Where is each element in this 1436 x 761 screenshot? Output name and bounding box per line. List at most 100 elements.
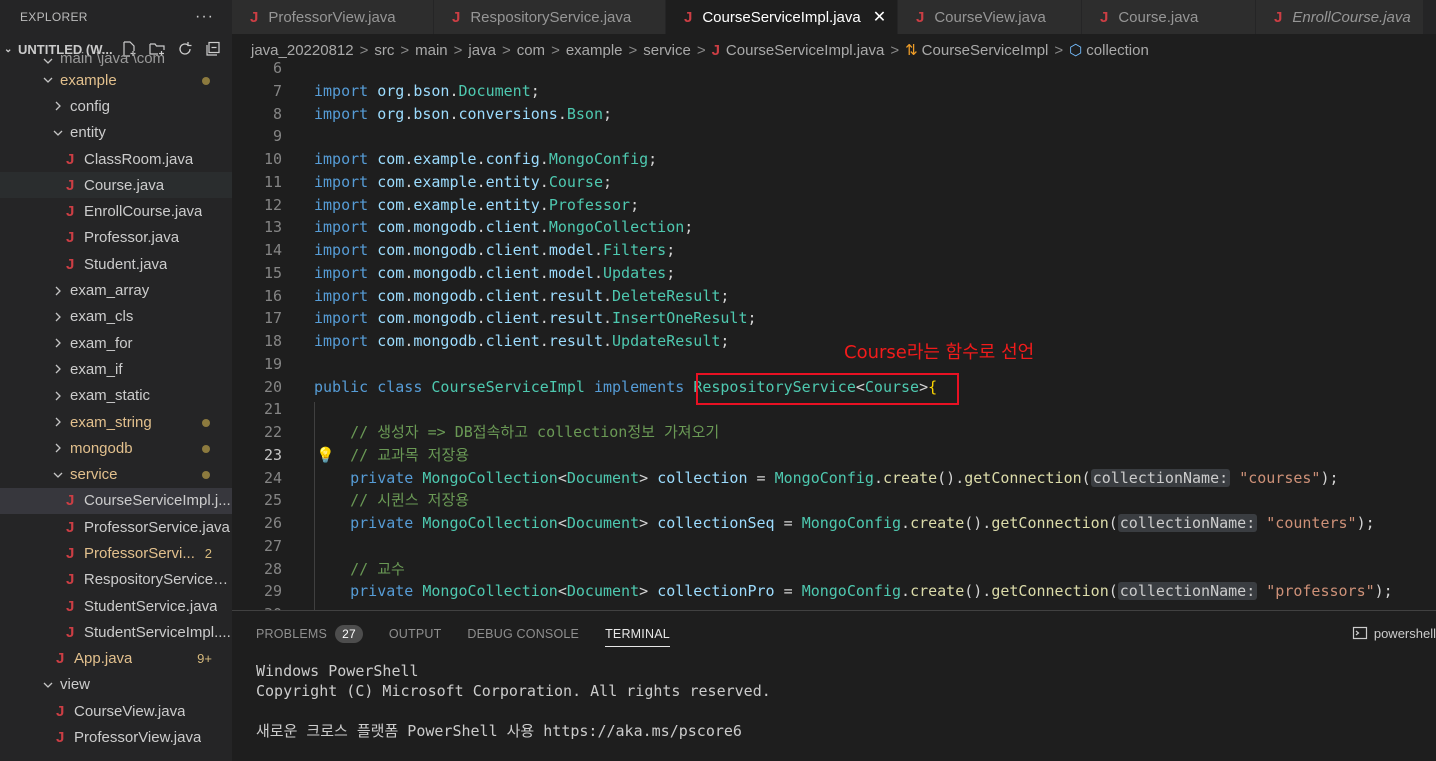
terminal-selector[interactable]: powershell bbox=[1352, 625, 1436, 641]
folder-item[interactable]: exam_if bbox=[0, 356, 232, 382]
chevron-down-icon[interactable] bbox=[50, 469, 66, 481]
panel-tab[interactable]: DEBUG CONSOLE bbox=[467, 611, 579, 657]
breadcrumb-segment[interactable]: java bbox=[468, 42, 496, 59]
file-item[interactable]: J Professor.java bbox=[0, 225, 232, 251]
file-item[interactable]: J CourseView.java bbox=[0, 698, 232, 724]
editor-tab[interactable]: J RespositoryService.java bbox=[434, 0, 666, 34]
file-item[interactable]: J ProfessorView.java bbox=[0, 724, 232, 750]
editor-tab[interactable]: J CourseServiceImpl.java ✕ bbox=[666, 0, 898, 34]
file-item[interactable]: J CourseServiceImpl.j... bbox=[0, 487, 232, 515]
java-file-icon: J bbox=[56, 650, 65, 668]
chevron-down-icon[interactable] bbox=[40, 55, 56, 67]
breadcrumb-segment[interactable]: example bbox=[566, 42, 623, 59]
tree-item-label: CourseServiceImpl.j... bbox=[84, 492, 231, 510]
editor-tab[interactable]: J EnrollCourse.java bbox=[1256, 0, 1424, 34]
code-line[interactable]: 26 private MongoCollection<Document> col… bbox=[232, 512, 1436, 535]
close-icon[interactable]: ✕ bbox=[873, 7, 886, 27]
code-line[interactable]: 29 private MongoCollection<Document> col… bbox=[232, 580, 1436, 603]
terminal-output[interactable]: Windows PowerShell Copyright (C) Microso… bbox=[256, 661, 771, 741]
folder-item[interactable]: exam_array bbox=[0, 277, 232, 303]
breadcrumb-segment[interactable]: service bbox=[643, 42, 691, 59]
editor-tab[interactable]: J CourseView.java bbox=[898, 0, 1082, 34]
code-line[interactable]: 6 bbox=[232, 62, 1436, 80]
panel-tab[interactable]: PROBLEMS 27 bbox=[256, 611, 363, 657]
panel-tab[interactable]: TERMINAL bbox=[605, 611, 670, 657]
chevron-right-icon[interactable] bbox=[50, 311, 66, 323]
chevron-down-icon[interactable] bbox=[40, 679, 56, 691]
code-text: // 생성자 => DB접속하고 collection정보 가져오기 bbox=[350, 423, 720, 441]
file-item[interactable]: J RespositoryService.j... bbox=[0, 567, 232, 593]
chevron-down-icon[interactable] bbox=[50, 127, 66, 139]
code-line[interactable]: 24 private MongoCollection<Document> col… bbox=[232, 467, 1436, 490]
chevron-right-icon[interactable] bbox=[50, 416, 66, 428]
code-line[interactable]: 7 import org.bson.Document; bbox=[232, 80, 1436, 103]
file-item[interactable]: J Course.java bbox=[0, 172, 232, 199]
panel-tab[interactable]: OUTPUT bbox=[389, 611, 442, 657]
folder-item[interactable]: view bbox=[0, 672, 232, 698]
line-number: 22 bbox=[263, 423, 282, 441]
folder-item[interactable]: exam_cls bbox=[0, 304, 232, 330]
line-number: 10 bbox=[263, 150, 282, 168]
chevron-right-icon[interactable] bbox=[50, 442, 66, 454]
folder-item[interactable]: service bbox=[0, 461, 232, 487]
code-line[interactable]: 10 import com.example.config.MongoConfig; bbox=[232, 148, 1436, 171]
folder-item[interactable]: exam_string bbox=[0, 409, 232, 435]
code-line[interactable]: 23 // 교과목 저장용 bbox=[232, 444, 1436, 467]
code-line[interactable]: 15 import com.mongodb.client.model.Update… bbox=[232, 262, 1436, 285]
file-item[interactable]: J StudentService.java bbox=[0, 593, 232, 619]
folder-item[interactable]: main \java \com bbox=[0, 49, 232, 67]
file-item[interactable]: J ProfessorService.java bbox=[0, 514, 232, 540]
file-item[interactable]: J ProfessorServi... 2 bbox=[0, 540, 232, 566]
more-actions-icon[interactable]: ··· bbox=[195, 8, 214, 26]
code-line[interactable]: 14 import com.mongodb.client.model.Filter… bbox=[232, 239, 1436, 262]
file-item[interactable]: J StudentServiceImpl.... bbox=[0, 619, 232, 645]
lightbulb-icon[interactable]: 💡 bbox=[316, 446, 335, 464]
folder-item[interactable]: exam_for bbox=[0, 330, 232, 356]
code-line[interactable]: 9 bbox=[232, 125, 1436, 148]
folder-item[interactable]: config bbox=[0, 93, 232, 119]
chevron-down-icon[interactable] bbox=[40, 74, 56, 86]
tab-label: CourseView.java bbox=[934, 8, 1046, 26]
code-line[interactable]: 30 bbox=[232, 603, 1436, 610]
tree-item-label: ClassRoom.java bbox=[84, 150, 194, 168]
code-line[interactable]: 28 // 교수 bbox=[232, 558, 1436, 581]
code-line[interactable]: 27 bbox=[232, 535, 1436, 558]
editor-tab[interactable]: J Course.java bbox=[1082, 0, 1256, 34]
editor-tab[interactable]: J ProfessorView.java bbox=[232, 0, 434, 34]
chevron-right-icon[interactable] bbox=[50, 337, 66, 349]
code-line[interactable]: 11 import com.example.entity.Course; bbox=[232, 171, 1436, 194]
file-item[interactable]: J ClassRoom.java bbox=[0, 146, 232, 172]
folder-item[interactable]: entity bbox=[0, 120, 232, 146]
file-item[interactable]: J Student.java bbox=[0, 251, 232, 277]
breadcrumb-segment[interactable]: com bbox=[517, 42, 545, 59]
code-line[interactable]: 22 // 생성자 => DB접속하고 collection정보 가져오기 bbox=[232, 421, 1436, 444]
modified-dot-icon bbox=[202, 445, 210, 454]
chevron-right-icon[interactable] bbox=[50, 285, 66, 297]
file-item[interactable]: J EnrollCourse.java bbox=[0, 198, 232, 224]
chevron-right-icon[interactable] bbox=[50, 363, 66, 375]
breadcrumb-file[interactable]: CourseServiceImpl.java bbox=[726, 42, 884, 59]
chevron-right-icon: > bbox=[501, 41, 511, 59]
chevron-right-icon[interactable] bbox=[50, 100, 66, 112]
code-line[interactable]: 18 import com.mongodb.client.result.Updat… bbox=[232, 330, 1436, 353]
breadcrumb-segment[interactable]: java_20220812 bbox=[251, 42, 354, 59]
breadcrumb-segment[interactable]: main bbox=[415, 42, 448, 59]
folder-item[interactable]: mongodb bbox=[0, 435, 232, 461]
code-line[interactable]: 16 import com.mongodb.client.result.Delet… bbox=[232, 285, 1436, 308]
line-number: 19 bbox=[263, 354, 282, 373]
code-line[interactable]: 13 import com.mongodb.client.MongoCollect… bbox=[232, 216, 1436, 239]
line-number: 26 bbox=[263, 514, 282, 532]
folder-item[interactable]: example bbox=[0, 67, 232, 93]
code-editor[interactable]: 6 7 import org.bson.Document; 8 import org.b… bbox=[232, 62, 1436, 610]
chevron-right-icon[interactable] bbox=[50, 390, 66, 402]
breadcrumb-segment[interactable]: src bbox=[374, 42, 394, 59]
breadcrumb-class[interactable]: CourseServiceImpl bbox=[922, 42, 1049, 59]
code-line[interactable]: 25 // 시퀸스 저장용 bbox=[232, 489, 1436, 512]
chevron-right-icon: > bbox=[628, 41, 638, 59]
code-line[interactable]: 12 import com.example.entity.Professor; bbox=[232, 194, 1436, 217]
breadcrumb-field[interactable]: collection bbox=[1086, 42, 1149, 59]
code-line[interactable]: 8 import org.bson.conversions.Bson; bbox=[232, 103, 1436, 126]
file-item[interactable]: J App.java 9+ bbox=[0, 646, 232, 672]
folder-item[interactable]: exam_static bbox=[0, 383, 232, 409]
code-line[interactable]: 17 import com.mongodb.client.result.Inser… bbox=[232, 307, 1436, 330]
